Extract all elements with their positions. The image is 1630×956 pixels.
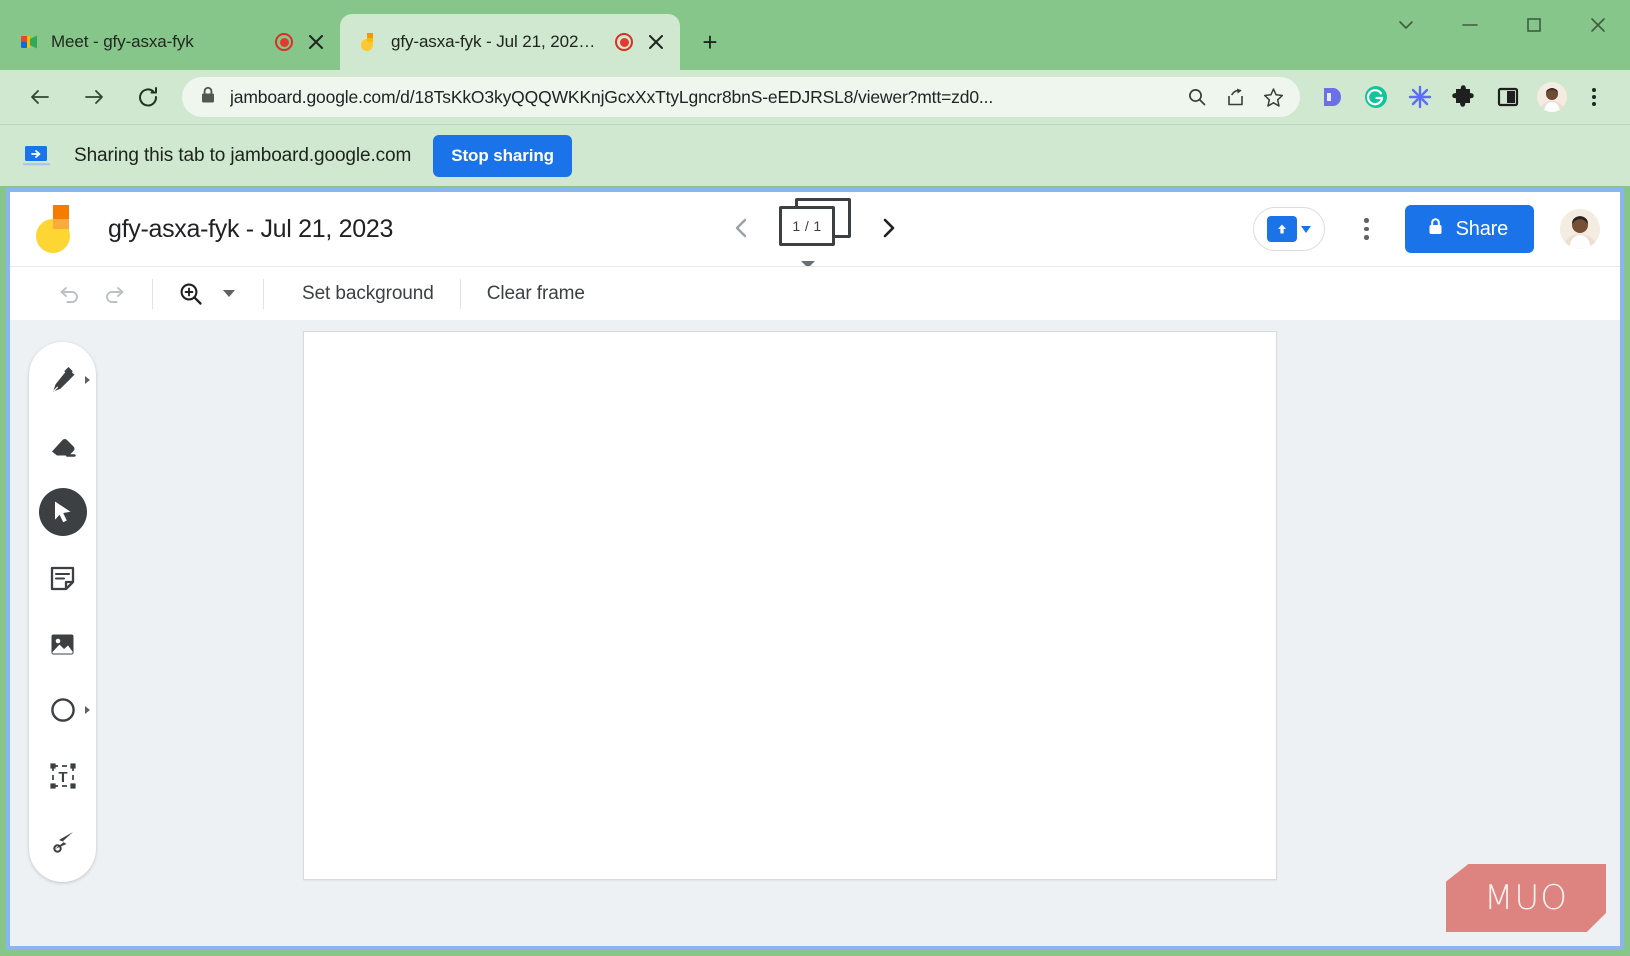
screen-share-icon (22, 143, 52, 169)
lock-icon (200, 86, 218, 109)
tab-title: Meet - gfy-asxa-fyk (51, 32, 264, 52)
jamboard-canvas[interactable] (303, 331, 1277, 880)
tool-rail: T (29, 342, 96, 882)
undo-icon[interactable] (48, 272, 92, 316)
browser-tab-meet[interactable]: Meet - gfy-asxa-fyk (0, 14, 340, 70)
address-bar-url: jamboard.google.com/d/18TsKkO3kyQQQWKKnj… (230, 87, 1178, 108)
extensions-puzzle-icon[interactable] (1442, 75, 1486, 119)
new-tab-button[interactable]: + (690, 22, 730, 62)
maximize-icon[interactable] (1502, 1, 1566, 49)
extension-d-icon[interactable] (1310, 75, 1354, 119)
tab-recording-indicator[interactable] (615, 33, 633, 51)
frame-counter: 1 / 1 (779, 206, 835, 246)
back-arrow-icon[interactable] (18, 75, 62, 119)
chevron-left-icon[interactable] (721, 207, 763, 249)
avatar[interactable] (1530, 75, 1574, 119)
more-options-icon[interactable] (1347, 209, 1387, 249)
image-tool[interactable] (39, 620, 87, 668)
reload-icon[interactable] (126, 75, 170, 119)
browser-toolbar: jamboard.google.com/d/18TsKkO3kyQQQWKKnj… (0, 70, 1630, 124)
tab-recording-indicator[interactable] (275, 33, 293, 51)
page-viewport: gfy-asxa-fyk - Jul 21, 2023 1 / 1 (6, 188, 1624, 950)
redo-icon[interactable] (92, 272, 136, 316)
chevron-right-icon[interactable] (867, 207, 909, 249)
chevron-right-icon[interactable] (85, 706, 90, 714)
header-actions: Share (1253, 192, 1600, 266)
close-icon[interactable] (1566, 1, 1630, 49)
toolbar-divider (263, 279, 264, 309)
frame-counter-button[interactable]: 1 / 1 (779, 198, 851, 258)
grammarly-icon[interactable] (1354, 75, 1398, 119)
jamboard-toolbar: Set background Clear frame (10, 266, 1620, 320)
window-controls (1374, 0, 1630, 50)
toolbar-divider (460, 279, 461, 309)
page-title: gfy-asxa-fyk - Jul 21, 2023 (108, 215, 393, 244)
text-box-tool[interactable]: T (39, 752, 87, 800)
clear-frame-button[interactable]: Clear frame (465, 283, 607, 305)
tab-close-button[interactable] (304, 30, 328, 54)
forward-arrow-icon[interactable] (72, 75, 116, 119)
zoom-in-icon[interactable] (169, 272, 213, 316)
frame-navigator: 1 / 1 (721, 198, 909, 258)
chevron-right-icon[interactable] (85, 376, 90, 384)
tab-title: gfy-asxa-fyk - Jul 21, 2023 - G (391, 32, 604, 52)
extension-asterisk-icon[interactable] (1398, 75, 1442, 119)
svg-text:T: T (58, 769, 67, 786)
eraser-tool[interactable] (39, 422, 87, 470)
sticky-note-tool[interactable] (39, 554, 87, 602)
chevron-down-icon[interactable] (223, 290, 235, 297)
avatar[interactable] (1560, 209, 1600, 249)
set-background-button[interactable]: Set background (280, 283, 456, 305)
share-button[interactable]: Share (1405, 205, 1534, 253)
share-icon[interactable] (1216, 78, 1254, 116)
browser-window: Meet - gfy-asxa-fyk gfy-asxa-fyk - Jul 2… (0, 0, 1630, 956)
watermark-shape: MUO (1446, 864, 1606, 932)
minimize-icon[interactable] (1438, 1, 1502, 49)
sharing-message: Sharing this tab to jamboard.google.com (74, 145, 411, 167)
watermark-label: MUO (1484, 878, 1568, 918)
jamboard-header: gfy-asxa-fyk - Jul 21, 2023 1 / 1 (10, 192, 1620, 266)
zoom-out-icon[interactable] (1178, 78, 1216, 116)
jamboard-logo (36, 203, 84, 255)
browser-tab-jamboard[interactable]: gfy-asxa-fyk - Jul 21, 2023 - G (340, 14, 680, 70)
screen-share-bar: Sharing this tab to jamboard.google.com … (0, 124, 1630, 186)
address-bar[interactable]: jamboard.google.com/d/18TsKkO3kyQQQWKKnj… (182, 77, 1300, 117)
toolbar-divider (152, 279, 153, 309)
star-icon[interactable] (1254, 78, 1292, 116)
extension-icons (1310, 75, 1630, 119)
jamboard-icon (360, 32, 380, 52)
shape-tool[interactable] (39, 686, 87, 734)
share-button-label: Share (1456, 218, 1508, 241)
jamboard-body: T MUO (10, 320, 1620, 946)
pen-tool[interactable] (39, 356, 87, 404)
stop-sharing-button[interactable]: Stop sharing (433, 135, 572, 177)
tab-close-button[interactable] (644, 30, 668, 54)
google-meet-icon (20, 32, 40, 52)
side-panel-icon[interactable] (1486, 75, 1530, 119)
chevron-down-icon[interactable] (1301, 226, 1311, 233)
lock-icon (1427, 217, 1444, 242)
laser-pointer-tool[interactable] (39, 818, 87, 866)
present-button[interactable] (1253, 207, 1325, 251)
tab-strip: Meet - gfy-asxa-fyk gfy-asxa-fyk - Jul 2… (0, 0, 1630, 70)
muo-watermark: MUO (1446, 864, 1606, 932)
chrome-menu-icon[interactable] (1574, 77, 1614, 117)
present-icon (1267, 216, 1297, 242)
tab-search-icon[interactable] (1374, 1, 1438, 49)
select-tool[interactable] (39, 488, 87, 536)
